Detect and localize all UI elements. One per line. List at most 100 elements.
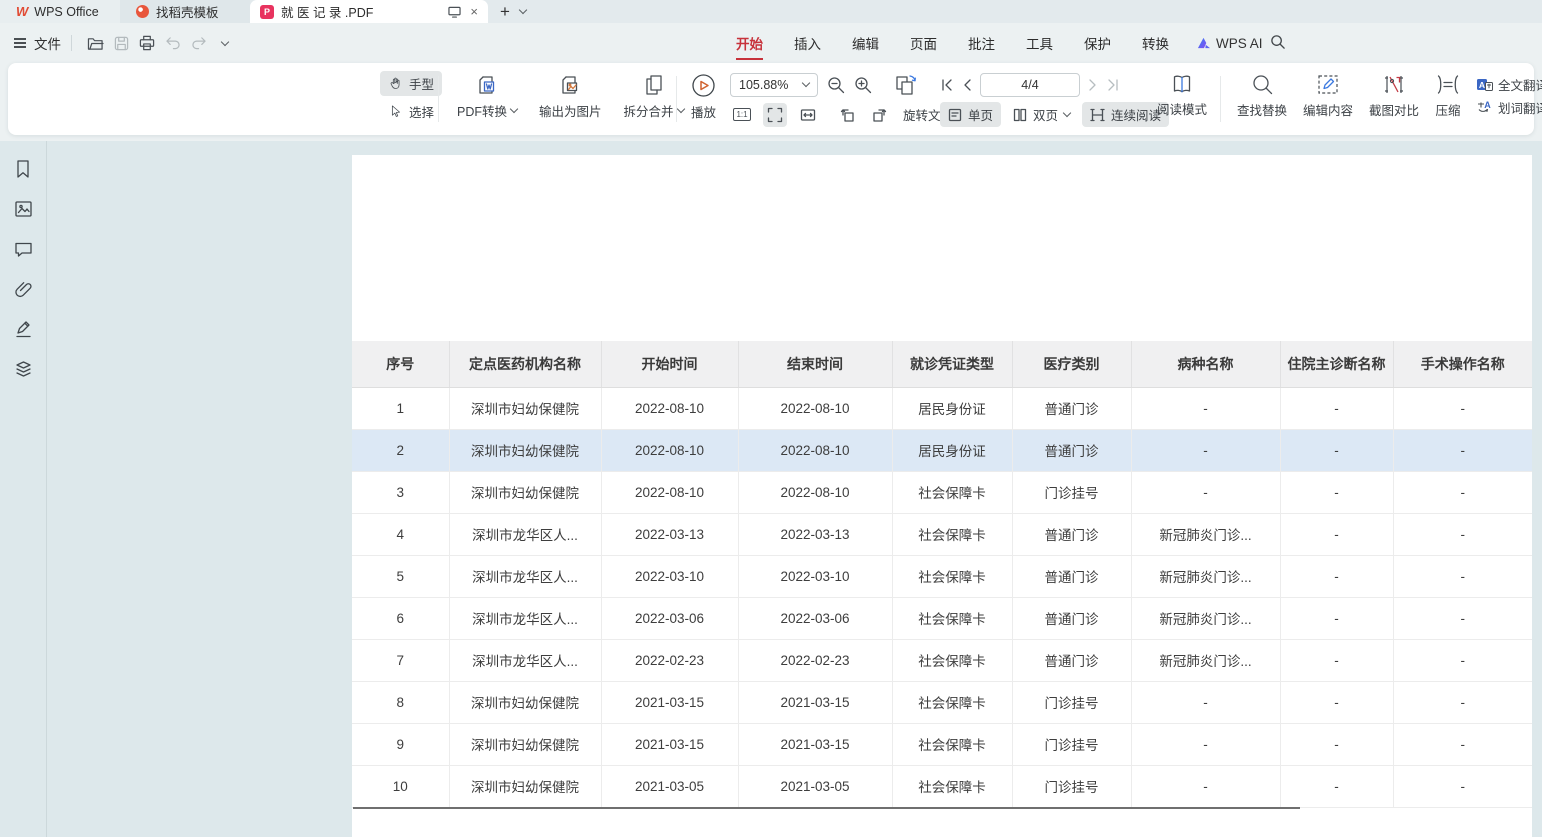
play-icon xyxy=(691,73,716,98)
hand-tool-button[interactable]: 手型 xyxy=(380,71,442,96)
word-translate-button[interactable]: A 划词翻译 xyxy=(1476,98,1542,117)
rotate-doc-icon[interactable] xyxy=(893,73,919,97)
pdf-page[interactable]: 序号定点医药机构名称开始时间结束时间就诊凭证类型医疗类别病种名称住院主诊断名称手… xyxy=(352,155,1532,837)
sidebar-item-signature[interactable] xyxy=(11,318,35,340)
table-cell: 2022-03-13 xyxy=(601,513,738,555)
read-mode-label: 阅读模式 xyxy=(1157,99,1207,118)
pdf-convert-button[interactable]: PDF转换 xyxy=(450,69,524,124)
open-file-button[interactable] xyxy=(82,31,108,55)
table-cell: 居民身份证 xyxy=(892,387,1012,429)
table-cell: 2022-03-10 xyxy=(601,555,738,597)
table-cell: 普通门诊 xyxy=(1012,429,1131,471)
table-cell: 2021-03-05 xyxy=(738,765,892,807)
menu-search-button[interactable] xyxy=(1270,34,1286,53)
table-cell: - xyxy=(1393,387,1532,429)
fit-page-button[interactable] xyxy=(763,103,787,127)
next-page-button[interactable] xyxy=(1087,78,1099,92)
table-cell: 7 xyxy=(352,639,449,681)
fit-width-button[interactable] xyxy=(796,103,820,127)
menu-page[interactable]: 页面 xyxy=(908,29,939,57)
double-page-button[interactable]: 双页 xyxy=(1005,102,1078,127)
table-cell: 深圳市妇幼保健院 xyxy=(449,681,601,723)
table-cell: 社会保障卡 xyxy=(892,723,1012,765)
full-translate-button[interactable]: A 全文翻译 xyxy=(1476,75,1542,94)
menu-insert[interactable]: 插入 xyxy=(792,29,823,57)
tab-document-active[interactable]: P 就 医 记 录 .PDF × xyxy=(250,0,488,23)
redo-button[interactable] xyxy=(186,31,212,55)
table-cell: 2022-03-06 xyxy=(738,597,892,639)
single-page-label: 单页 xyxy=(968,105,993,124)
zoom-level-select[interactable]: 105.88% xyxy=(730,73,818,97)
save-icon xyxy=(114,36,129,51)
chevron-down-icon xyxy=(1063,109,1071,117)
signature-pen-icon xyxy=(14,320,33,339)
edit-content-button[interactable]: 编辑内容 xyxy=(1296,69,1360,123)
split-merge-button[interactable]: 拆分合并 xyxy=(617,69,691,124)
menu-convert[interactable]: 转换 xyxy=(1140,29,1171,57)
zoom-out-button[interactable] xyxy=(827,76,845,94)
rotate-right-button[interactable] xyxy=(868,103,892,127)
menu-wps-ai[interactable]: WPS AI xyxy=(1196,36,1263,51)
rotate-left-button[interactable] xyxy=(835,103,859,127)
table-row: 10深圳市妇幼保健院2021-03-052021-03-05社会保障卡门诊挂号-… xyxy=(352,765,1532,807)
table-cell: 9 xyxy=(352,723,449,765)
last-page-button[interactable] xyxy=(1106,78,1120,92)
table-cell: 6 xyxy=(352,597,449,639)
previous-page-button[interactable] xyxy=(961,78,973,92)
table-cell: 新冠肺炎门诊... xyxy=(1131,555,1280,597)
single-page-button[interactable]: 单页 xyxy=(940,102,1001,127)
table-cell: 社会保障卡 xyxy=(892,597,1012,639)
first-page-button[interactable] xyxy=(940,78,954,92)
sidebar-item-comment[interactable] xyxy=(11,238,35,260)
one-to-one-icon: 1:1 xyxy=(733,108,750,121)
menu-protect[interactable]: 保护 xyxy=(1082,29,1113,57)
table-cell: - xyxy=(1393,597,1532,639)
pdf-convert-label: PDF转换 xyxy=(457,101,507,120)
find-replace-icon xyxy=(1251,73,1274,96)
compress-button[interactable]: 压缩 xyxy=(1428,69,1468,123)
bookmark-icon xyxy=(14,159,32,179)
table-cell: 2022-03-06 xyxy=(601,597,738,639)
quick-toolbar-chevron[interactable] xyxy=(212,31,238,55)
sidebar-item-attachment[interactable] xyxy=(11,278,35,300)
rotate-left-icon xyxy=(839,107,855,123)
actual-size-button[interactable]: 1:1 xyxy=(730,103,754,127)
search-icon xyxy=(1270,34,1286,50)
new-tab-button[interactable]: + xyxy=(500,2,510,22)
save-button[interactable] xyxy=(108,31,134,55)
file-menu[interactable]: 文件 xyxy=(14,33,61,53)
table-cell: 深圳市妇幼保健院 xyxy=(449,471,601,513)
monitor-icon[interactable] xyxy=(448,6,461,18)
sidebar-item-bookmark[interactable] xyxy=(11,158,35,180)
select-tool-button[interactable]: 选择 xyxy=(380,99,442,124)
find-replace-button[interactable]: 查找替换 xyxy=(1230,69,1294,123)
screenshot-compare-button[interactable]: 截图对比 xyxy=(1362,69,1426,123)
table-cell: - xyxy=(1280,387,1393,429)
play-button[interactable]: 播放 xyxy=(684,69,723,125)
main-menu: 开始 插入 编辑 页面 批注 工具 保护 转换 xyxy=(734,29,1171,57)
sidebar-item-layers[interactable] xyxy=(11,358,35,380)
tab-wps-office[interactable]: W WPS Office xyxy=(0,0,120,23)
split-merge-icon xyxy=(642,73,666,97)
zoom-in-button[interactable] xyxy=(854,76,872,94)
table-row: 9深圳市妇幼保健院2021-03-152021-03-15社会保障卡门诊挂号--… xyxy=(352,723,1532,765)
menu-start[interactable]: 开始 xyxy=(734,29,765,57)
close-tab-icon[interactable]: × xyxy=(470,5,478,18)
page-number-input[interactable]: 4/4 xyxy=(980,73,1080,97)
tab-list-chevron-icon[interactable] xyxy=(519,6,527,14)
read-mode-button[interactable]: 阅读模式 xyxy=(1150,69,1214,122)
export-image-button[interactable]: 输出为图片 xyxy=(532,69,609,124)
menu-tools[interactable]: 工具 xyxy=(1024,29,1055,57)
table-cell: - xyxy=(1131,387,1280,429)
fit-page-icon xyxy=(767,107,783,123)
print-button[interactable] xyxy=(134,31,160,55)
sidebar-item-thumbnail[interactable] xyxy=(11,198,35,220)
menu-annotate[interactable]: 批注 xyxy=(966,29,997,57)
fit-width-icon xyxy=(800,108,816,122)
undo-button[interactable] xyxy=(160,31,186,55)
play-label: 播放 xyxy=(691,102,716,121)
menu-edit[interactable]: 编辑 xyxy=(850,29,881,57)
double-page-label: 双页 xyxy=(1033,105,1058,124)
table-cell: - xyxy=(1280,765,1393,807)
tab-template-store[interactable]: 找稻壳模板 xyxy=(120,0,250,23)
